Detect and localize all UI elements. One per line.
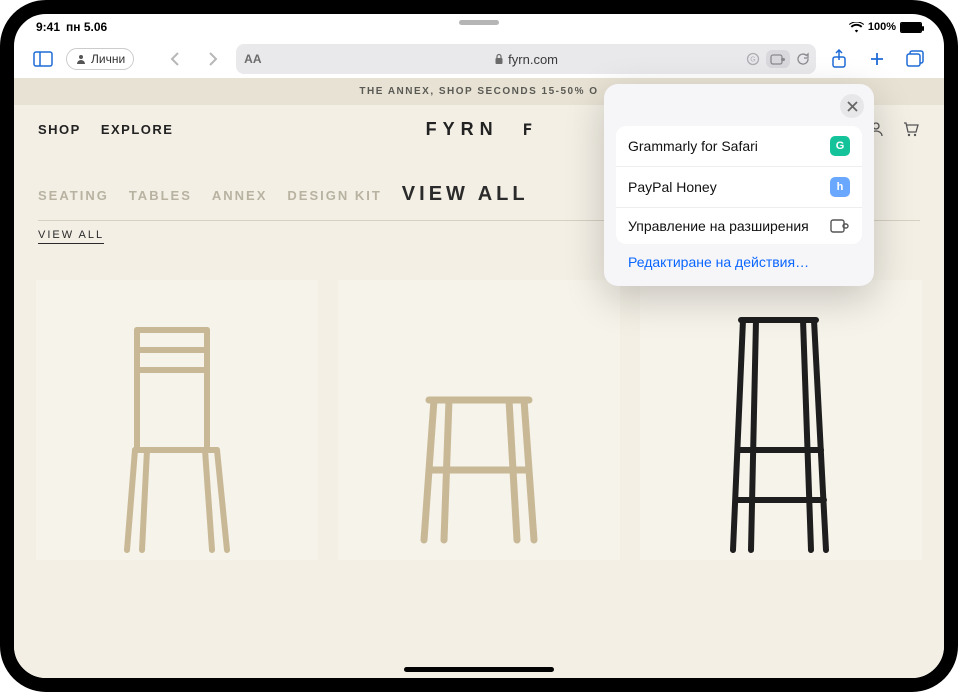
sidebar-button[interactable] (28, 44, 58, 74)
tabs-button[interactable] (900, 44, 930, 74)
product-card[interactable] (36, 280, 318, 560)
profile-button[interactable]: Лични (66, 48, 134, 70)
nav-explore[interactable]: EXPLORE (101, 122, 174, 137)
barstool-illustration (691, 300, 871, 560)
chair-illustration (87, 300, 267, 560)
lock-icon (494, 53, 504, 65)
wifi-icon (849, 22, 864, 33)
puzzle-icon (830, 218, 850, 234)
extension-item-grammarly[interactable]: Grammarly for Safari G (616, 126, 862, 166)
svg-text:G: G (750, 57, 755, 64)
safari-toolbar: Лични AA fyrn.com G (14, 40, 944, 78)
url-host: fyrn.com (508, 52, 558, 67)
profile-label: Лични (91, 52, 125, 66)
multitask-pill[interactable] (459, 20, 499, 25)
back-button[interactable] (160, 44, 190, 74)
person-icon (75, 53, 87, 65)
battery-pct: 100% (868, 21, 896, 33)
share-button[interactable] (824, 44, 854, 74)
reader-icon[interactable]: G (746, 52, 760, 66)
filter-seating[interactable]: SEATING (38, 188, 109, 203)
extensions-button[interactable] (766, 50, 790, 68)
product-card[interactable] (338, 280, 620, 560)
ipad-frame: 9:41 пн 5.06 100% Лични AA (0, 0, 958, 692)
status-time: 9:41 (36, 20, 60, 34)
status-date: пн 5.06 (66, 20, 107, 34)
view-all-link[interactable]: VIEW ALL (38, 229, 104, 244)
address-bar[interactable]: AA fyrn.com G (236, 44, 816, 74)
product-grid (14, 244, 944, 560)
manage-extensions[interactable]: Управление на разширения (616, 207, 862, 244)
extensions-list: Grammarly for Safari G PayPal Honey h Уп… (616, 126, 862, 244)
filter-annex[interactable]: ANNEX (212, 188, 268, 203)
brand-logo[interactable]: FYRN F (426, 119, 533, 140)
edit-actions-link[interactable]: Редактиране на действия… (628, 254, 862, 270)
home-indicator[interactable] (404, 667, 554, 672)
extensions-popover: Grammarly for Safari G PayPal Honey h Уп… (604, 84, 874, 286)
brand-monogram: F (523, 120, 533, 139)
filter-tables[interactable]: TABLES (129, 188, 192, 203)
honey-icon: h (830, 177, 850, 197)
new-tab-button[interactable] (862, 44, 892, 74)
status-bar: 9:41 пн 5.06 100% (14, 14, 944, 40)
nav-shop[interactable]: SHOP (38, 122, 81, 137)
text-size-button[interactable]: AA (244, 52, 261, 66)
forward-button (198, 44, 228, 74)
grammarly-icon: G (830, 136, 850, 156)
filter-view-all[interactable]: VIEW ALL (402, 183, 529, 206)
reload-button[interactable] (796, 52, 810, 66)
cart-icon[interactable] (902, 121, 920, 137)
stool-illustration (389, 360, 569, 560)
battery-icon (900, 22, 922, 33)
close-button[interactable] (840, 94, 864, 118)
extension-item-honey[interactable]: PayPal Honey h (616, 166, 862, 207)
product-card[interactable] (640, 280, 922, 560)
filter-design-kit[interactable]: DESIGN KIT (287, 188, 381, 203)
